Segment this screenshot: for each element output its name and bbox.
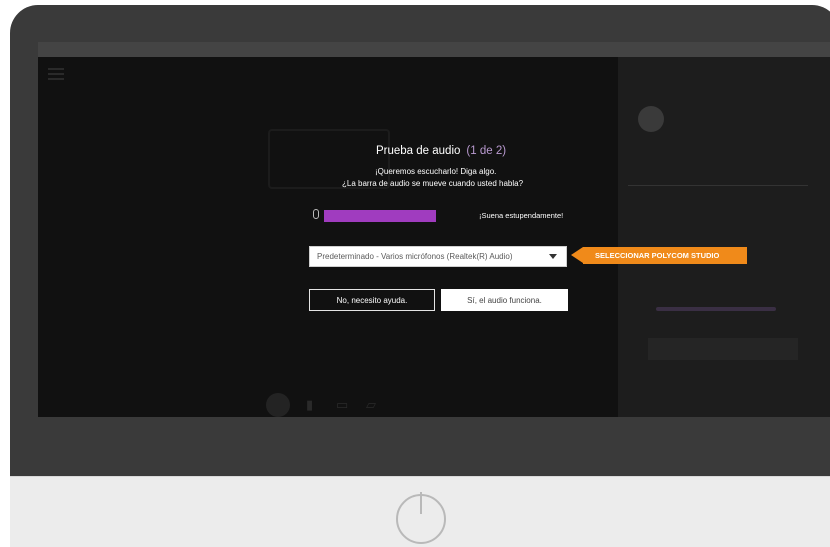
mic-control-icon: ▮ xyxy=(306,397,314,412)
camera-control-icon: ▭ xyxy=(336,397,349,412)
microphone-select-value: Predeterminado - Varios micrófonos (Real… xyxy=(317,252,513,261)
avatar xyxy=(638,106,664,132)
video-area xyxy=(38,57,618,417)
audio-level-bar xyxy=(324,210,436,222)
sidebar-divider xyxy=(628,185,808,186)
microphone-select[interactable]: Predeterminado - Varios micrófonos (Real… xyxy=(309,246,567,267)
audio-status-text: ¡Suena estupendamente! xyxy=(479,211,564,220)
dialog-message-line1: ¡Queremos escucharlo! Diga algo. xyxy=(375,167,497,176)
dialog-message-line2: ¿La barra de audio se mueve cuando usted… xyxy=(342,179,524,188)
yes-audio-works-button[interactable]: Sí, el audio funciona. xyxy=(441,289,568,311)
dialog-step: (1 de 2) xyxy=(466,145,507,157)
share-control-icon: ▱ xyxy=(366,397,376,412)
microphone-icon xyxy=(313,209,319,219)
sidebar-level-bar xyxy=(656,307,776,311)
top-bar xyxy=(38,42,830,57)
user-avatar-icon xyxy=(266,393,290,417)
sidebar-box xyxy=(648,338,798,360)
callout-label: SELECCIONAR POLYCOM STUDIO xyxy=(571,247,747,264)
callout-text: SELECCIONAR POLYCOM STUDIO xyxy=(595,251,720,260)
power-icon xyxy=(396,492,446,544)
menu-icon[interactable] xyxy=(48,68,64,80)
no-help-button[interactable]: No, necesito ayuda. xyxy=(309,289,435,311)
dialog-title-text: Prueba de audio xyxy=(376,145,461,157)
meeting-controls: ▮ ▭ ▱ xyxy=(266,393,386,417)
bottom-bar xyxy=(38,417,830,442)
dialog-title: Prueba de audio (1 de 2) xyxy=(376,145,506,157)
dropdown-caret-icon[interactable] xyxy=(549,254,557,259)
